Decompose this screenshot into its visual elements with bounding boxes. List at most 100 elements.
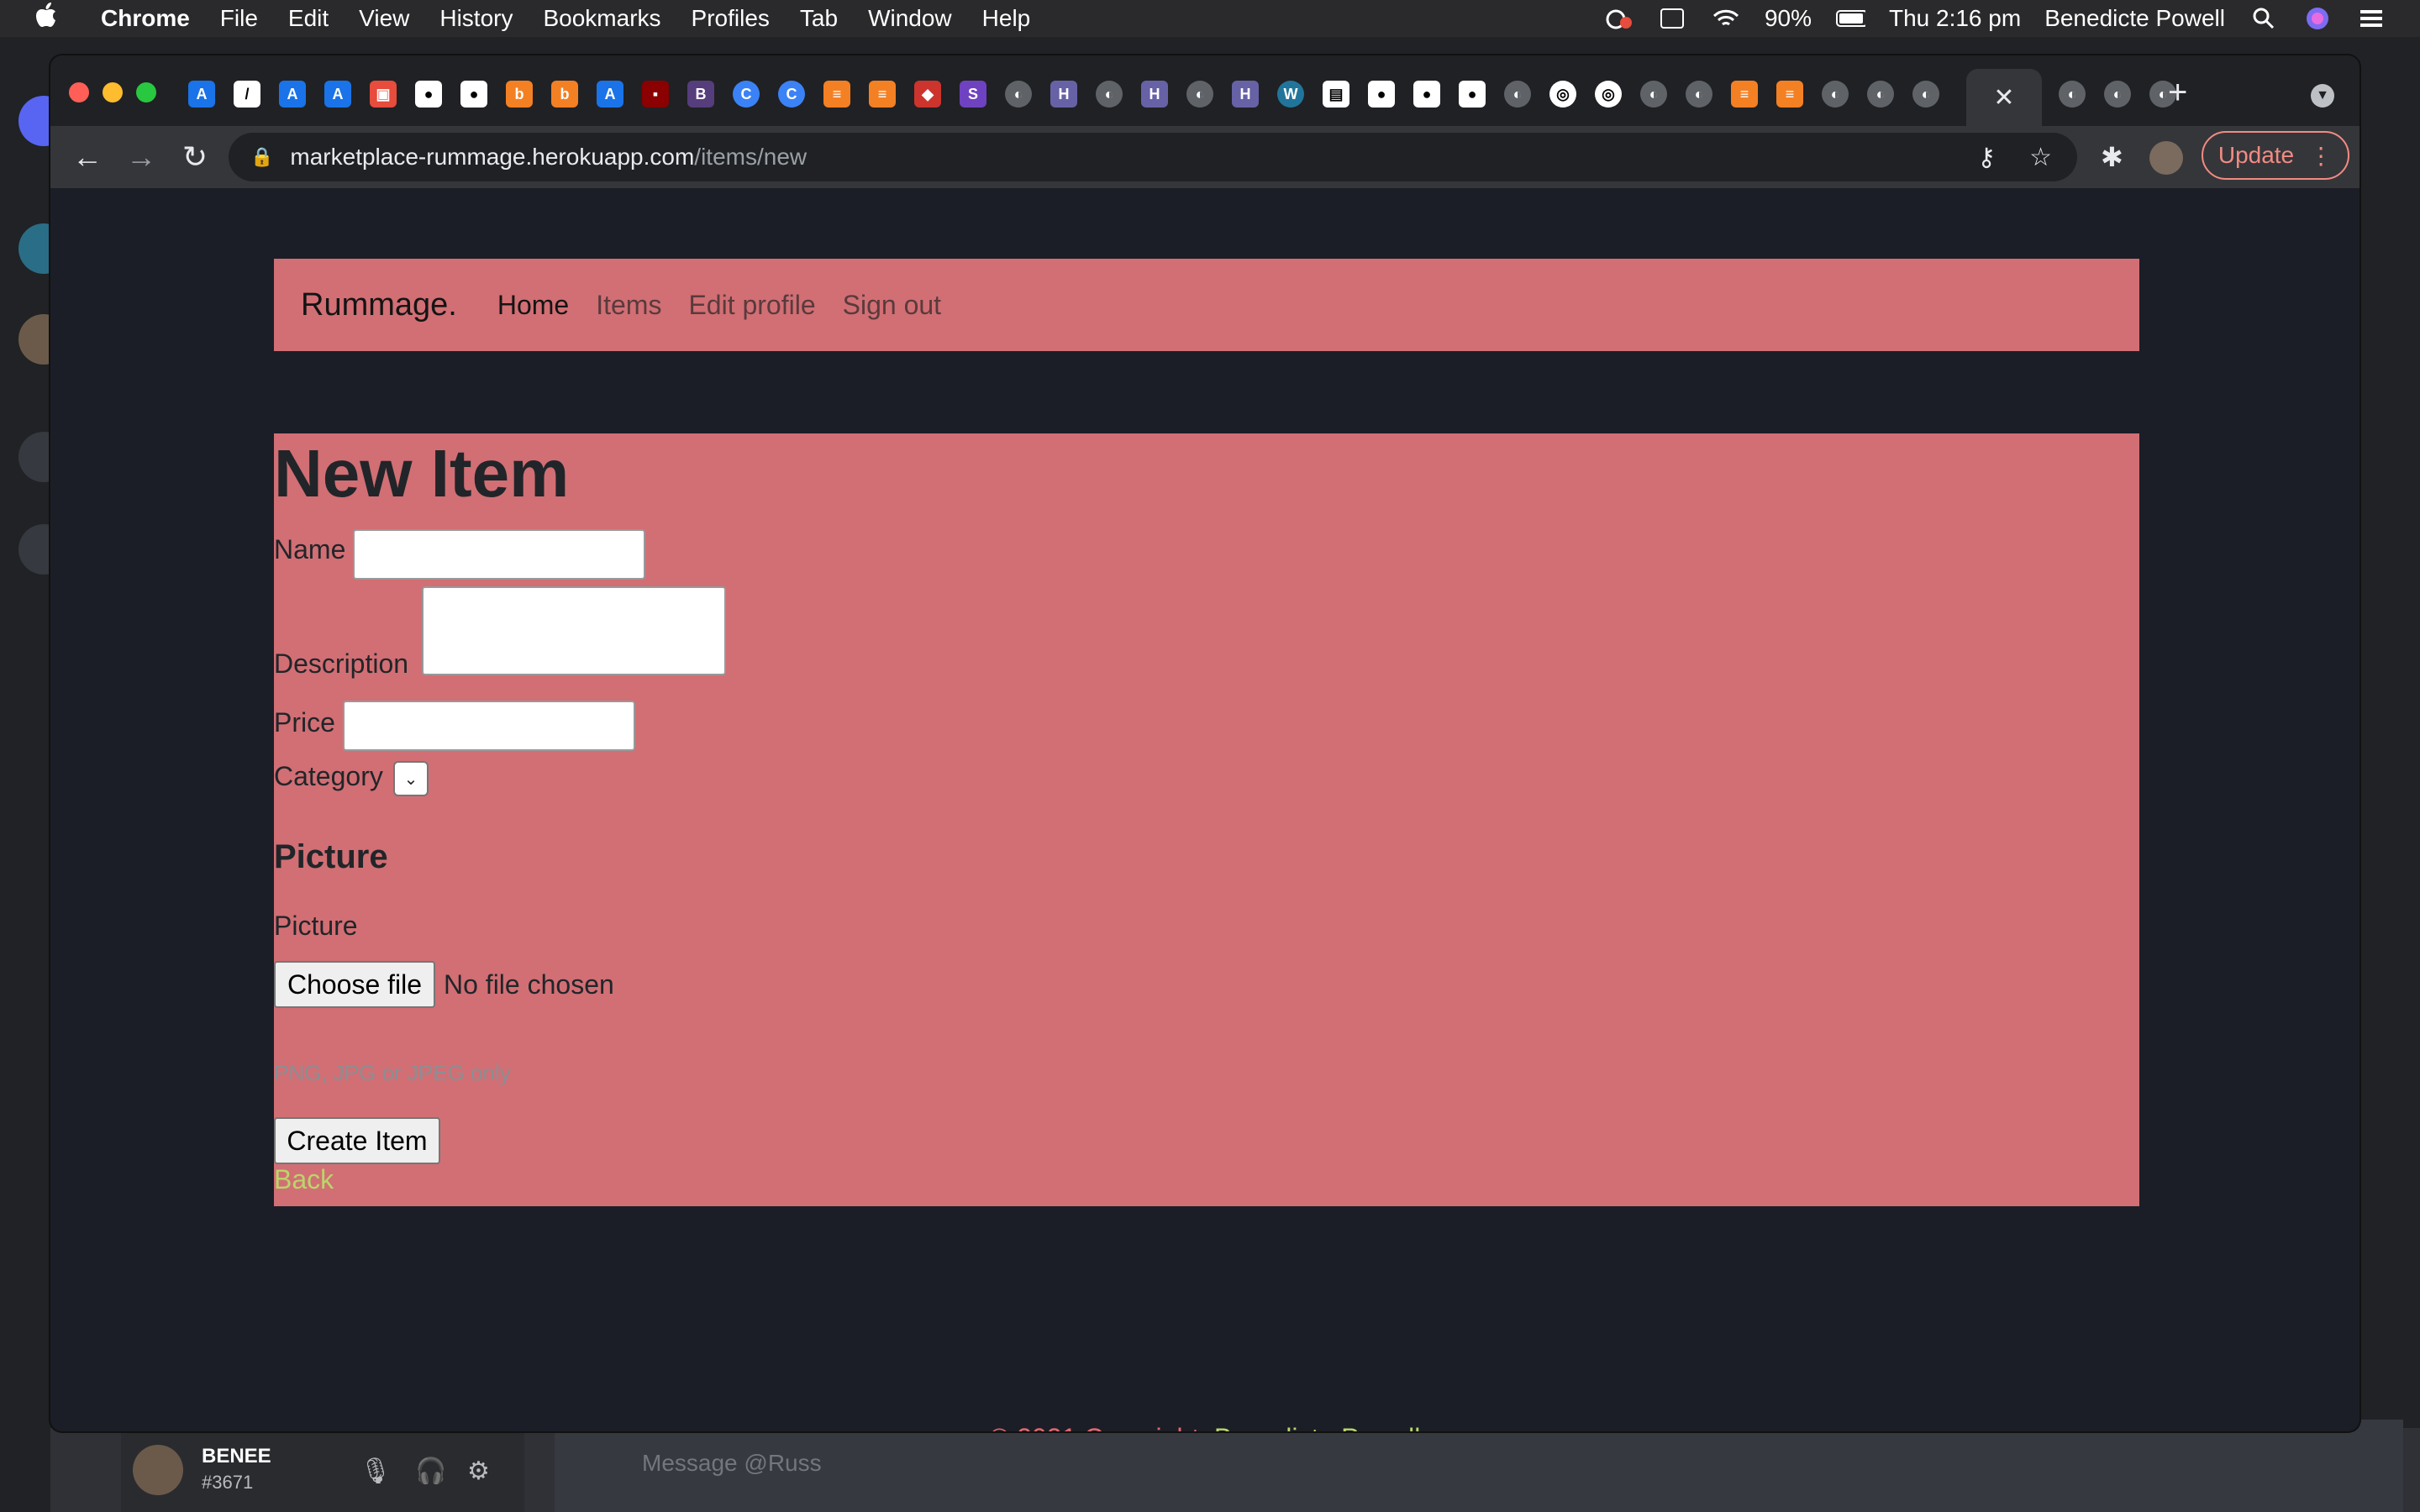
new-item-form: New Item Name Description Price Category…: [274, 433, 2139, 1206]
tab-favicon[interactable]: B: [687, 81, 714, 108]
profile-avatar[interactable]: [2149, 141, 2183, 175]
menu-tab[interactable]: Tab: [800, 5, 838, 32]
menubar-clock[interactable]: Thu 2:16 pm: [1889, 5, 2021, 32]
tab-favicon[interactable]: b: [551, 81, 578, 108]
active-tab[interactable]: ✕: [1966, 69, 2042, 126]
stackoverflow-icon[interactable]: ≡: [1776, 81, 1803, 108]
nav-items[interactable]: Items: [596, 290, 661, 321]
tab-favicon[interactable]: A: [597, 81, 623, 108]
siri-icon[interactable]: [2302, 6, 2333, 31]
address-bar[interactable]: 🔒 marketplace-rummage.herokuapp.com/item…: [229, 133, 2077, 181]
new-tab-plus-icon[interactable]: +: [2168, 74, 2187, 112]
nav-edit-profile[interactable]: Edit profile: [688, 290, 815, 321]
price-field[interactable]: [343, 701, 635, 751]
tab-search-chevron-icon[interactable]: ▼: [2311, 84, 2334, 108]
password-key-icon[interactable]: ⚷: [1977, 143, 1996, 172]
create-item-button[interactable]: Create Item: [274, 1117, 440, 1164]
heroku-icon[interactable]: H: [1141, 81, 1168, 108]
menu-window[interactable]: Window: [868, 5, 952, 32]
globe-icon[interactable]: ◐: [1867, 81, 1894, 108]
mute-icon[interactable]: 🎙: [360, 1457, 392, 1486]
tab-favicon[interactable]: S: [960, 81, 986, 108]
chrome-icon[interactable]: ◎: [1549, 81, 1576, 108]
globe-icon[interactable]: ◐: [1096, 81, 1123, 108]
bookmark-star-icon[interactable]: ☆: [2029, 143, 2052, 172]
stackoverflow-icon[interactable]: ≡: [869, 81, 896, 108]
globe-icon[interactable]: ◐: [1640, 81, 1667, 108]
back-arrow-icon[interactable]: ←: [71, 139, 104, 175]
avatar[interactable]: [133, 1445, 183, 1495]
site-brand[interactable]: Rummage.: [301, 287, 457, 323]
globe-icon[interactable]: ◐: [1504, 81, 1531, 108]
reload-icon[interactable]: ↻: [178, 139, 212, 175]
description-field[interactable]: [422, 586, 726, 675]
stackoverflow-icon[interactable]: ≡: [1731, 81, 1758, 108]
footer-author-link[interactable]: Benedicte Powell: [1214, 1423, 1420, 1431]
name-field[interactable]: [353, 529, 645, 580]
tab-favicon[interactable]: ▣: [370, 81, 397, 108]
choose-file-button[interactable]: Choose file: [274, 961, 435, 1008]
tab-favicon[interactable]: ▤: [1323, 81, 1349, 108]
spotlight-search-icon[interactable]: [2249, 6, 2279, 31]
tab-favicon[interactable]: b: [506, 81, 533, 108]
update-button[interactable]: Update ⋮: [2202, 131, 2349, 180]
ruby-icon[interactable]: ◆: [914, 81, 941, 108]
keyboard-shortcut-icon[interactable]: [1657, 6, 1687, 31]
github-icon[interactable]: ●: [460, 81, 487, 108]
back-link[interactable]: Back: [274, 1164, 334, 1195]
battery-icon[interactable]: [1835, 6, 1865, 31]
tab-favicon[interactable]: A: [279, 81, 306, 108]
globe-icon[interactable]: ◐: [1912, 81, 1939, 108]
category-select[interactable]: ⌄: [393, 761, 429, 796]
stackoverflow-icon[interactable]: ≡: [823, 81, 850, 108]
tab-favicon[interactable]: A: [188, 81, 215, 108]
lock-icon[interactable]: 🔒: [250, 146, 273, 168]
deafen-icon[interactable]: 🎧: [415, 1457, 446, 1486]
picture-label: Picture: [274, 911, 358, 941]
wifi-icon[interactable]: [1711, 6, 1741, 31]
chrome-window: A / A A ▣ ● ● b b A ▪ B C C ≡ ≡ ◆ S ◐ H …: [50, 55, 2360, 1431]
globe-icon[interactable]: ◐: [1822, 81, 1849, 108]
nav-home[interactable]: Home: [497, 290, 569, 321]
menu-help[interactable]: Help: [982, 5, 1031, 32]
more-menu-icon[interactable]: ⋮: [2309, 142, 2333, 170]
menubar-user[interactable]: Benedicte Powell: [2044, 5, 2225, 32]
message-input[interactable]: Message @Russ: [642, 1450, 822, 1477]
heroku-icon[interactable]: H: [1050, 81, 1077, 108]
globe-icon[interactable]: ◐: [2059, 81, 2086, 108]
globe-icon[interactable]: ◐: [2104, 81, 2131, 108]
tab-favicon[interactable]: A: [324, 81, 351, 108]
settings-gear-icon[interactable]: ⚙: [467, 1457, 490, 1486]
control-center-icon[interactable]: [2356, 6, 2386, 31]
nav-sign-out[interactable]: Sign out: [843, 290, 941, 321]
menu-bookmarks[interactable]: Bookmarks: [543, 5, 660, 32]
menu-app-chrome[interactable]: Chrome: [101, 5, 190, 32]
forward-arrow-icon[interactable]: →: [124, 139, 158, 175]
menu-profiles[interactable]: Profiles: [692, 5, 770, 32]
menu-file[interactable]: File: [220, 5, 258, 32]
menu-history[interactable]: History: [439, 5, 513, 32]
apple-icon[interactable]: [34, 3, 59, 34]
globe-icon[interactable]: ◐: [1005, 81, 1032, 108]
minimize-window-button[interactable]: [103, 82, 123, 102]
heroku-icon[interactable]: H: [1232, 81, 1259, 108]
tab-favicon[interactable]: ▪: [642, 81, 669, 108]
maximize-window-button[interactable]: [136, 82, 156, 102]
tab-favicon[interactable]: C: [733, 81, 760, 108]
tab-favicon[interactable]: C: [778, 81, 805, 108]
extensions-puzzle-icon[interactable]: ✱: [2101, 141, 2123, 173]
menu-view[interactable]: View: [359, 5, 409, 32]
github-icon[interactable]: ●: [1459, 81, 1486, 108]
wordpress-icon[interactable]: W: [1277, 81, 1304, 108]
github-icon[interactable]: ●: [1413, 81, 1440, 108]
github-icon[interactable]: ●: [415, 81, 442, 108]
globe-icon[interactable]: ◐: [1686, 81, 1712, 108]
globe-icon[interactable]: ◐: [1186, 81, 1213, 108]
close-window-button[interactable]: [69, 82, 89, 102]
chrome-icon[interactable]: ◎: [1595, 81, 1622, 108]
creative-cloud-icon[interactable]: [1603, 6, 1634, 31]
github-icon[interactable]: ●: [1368, 81, 1395, 108]
tab-favicon[interactable]: /: [234, 81, 260, 108]
close-tab-icon[interactable]: ✕: [1993, 83, 2014, 113]
menu-edit[interactable]: Edit: [288, 5, 329, 32]
